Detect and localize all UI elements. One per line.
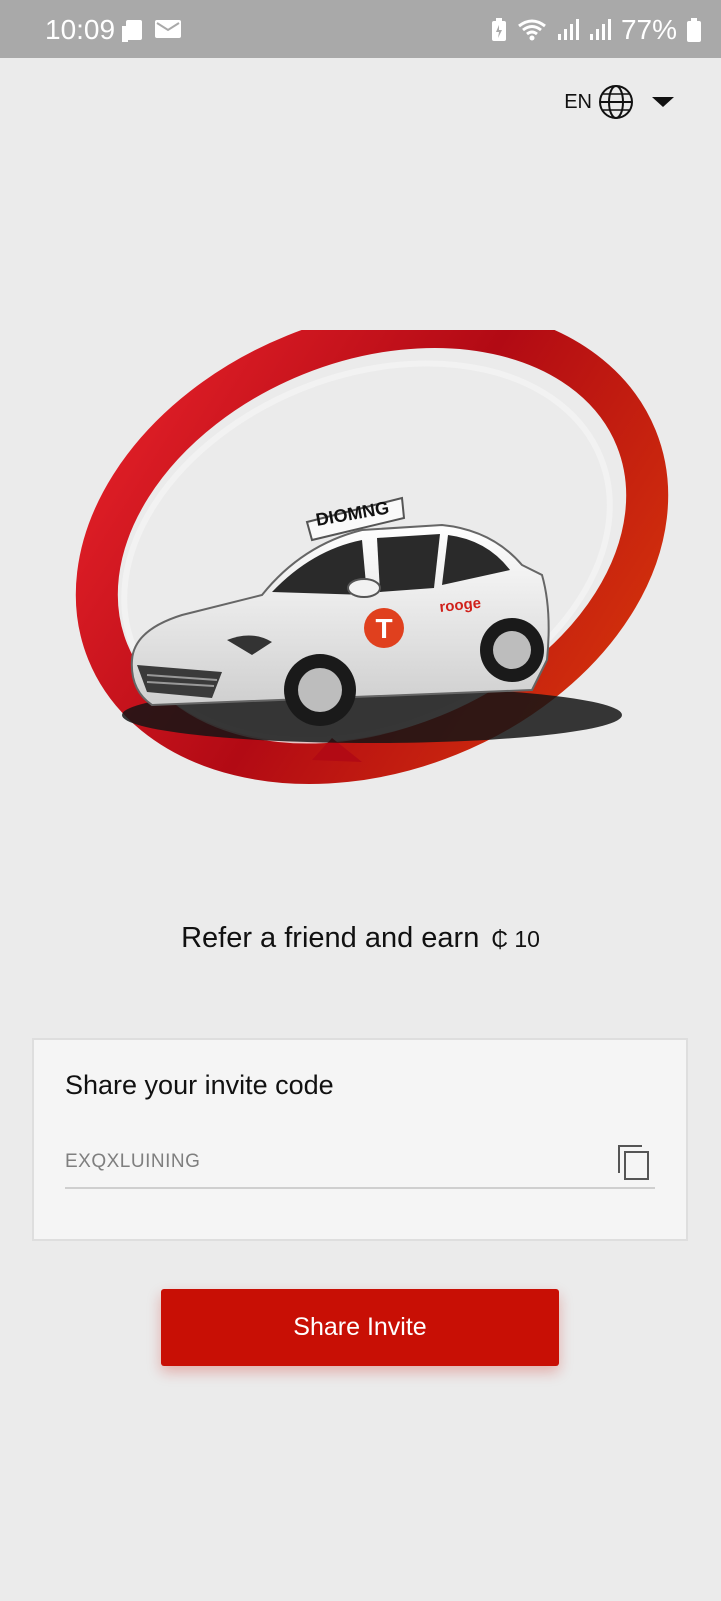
earn-label: Refer a friend and earn: [181, 922, 480, 954]
share-invite-button[interactable]: Share Invite: [161, 1289, 559, 1366]
status-bar: 10:09 77%: [0, 0, 721, 58]
status-time: 10:09: [45, 14, 116, 45]
mail-icon: [155, 20, 181, 38]
caret-down-icon[interactable]: [650, 95, 676, 109]
battery-saver-icon: [491, 18, 506, 41]
taxi-illustration: DIOMNG T rooge: [75, 330, 669, 785]
battery-icon: [687, 18, 701, 42]
invite-code-field[interactable]: EXQXLUINING: [65, 1135, 655, 1189]
sim-icon: [122, 20, 142, 42]
status-left-icons: [122, 18, 182, 44]
invite-code-card: Share your invite code EXQXLUINING: [32, 1038, 688, 1241]
referral-earn-text: Refer a friend and earn ₵ 10: [0, 922, 721, 955]
copy-icon[interactable]: [616, 1143, 650, 1181]
language-code: EN: [564, 90, 592, 113]
battery-percent: 77%: [620, 14, 677, 45]
globe-icon: [599, 85, 633, 119]
wifi-icon: [518, 19, 546, 41]
signal-icon: [589, 19, 611, 40]
earn-amount: ₵ 10: [491, 926, 540, 952]
invite-code-value[interactable]: EXQXLUINING: [65, 1151, 200, 1173]
signal-icon: [557, 19, 579, 40]
invite-card-title: Share your invite code: [65, 1070, 334, 1100]
status-right-icons: 77%: [491, 14, 701, 46]
taxi-logo-letter: T: [375, 613, 392, 644]
language-selector[interactable]: EN: [564, 84, 676, 120]
